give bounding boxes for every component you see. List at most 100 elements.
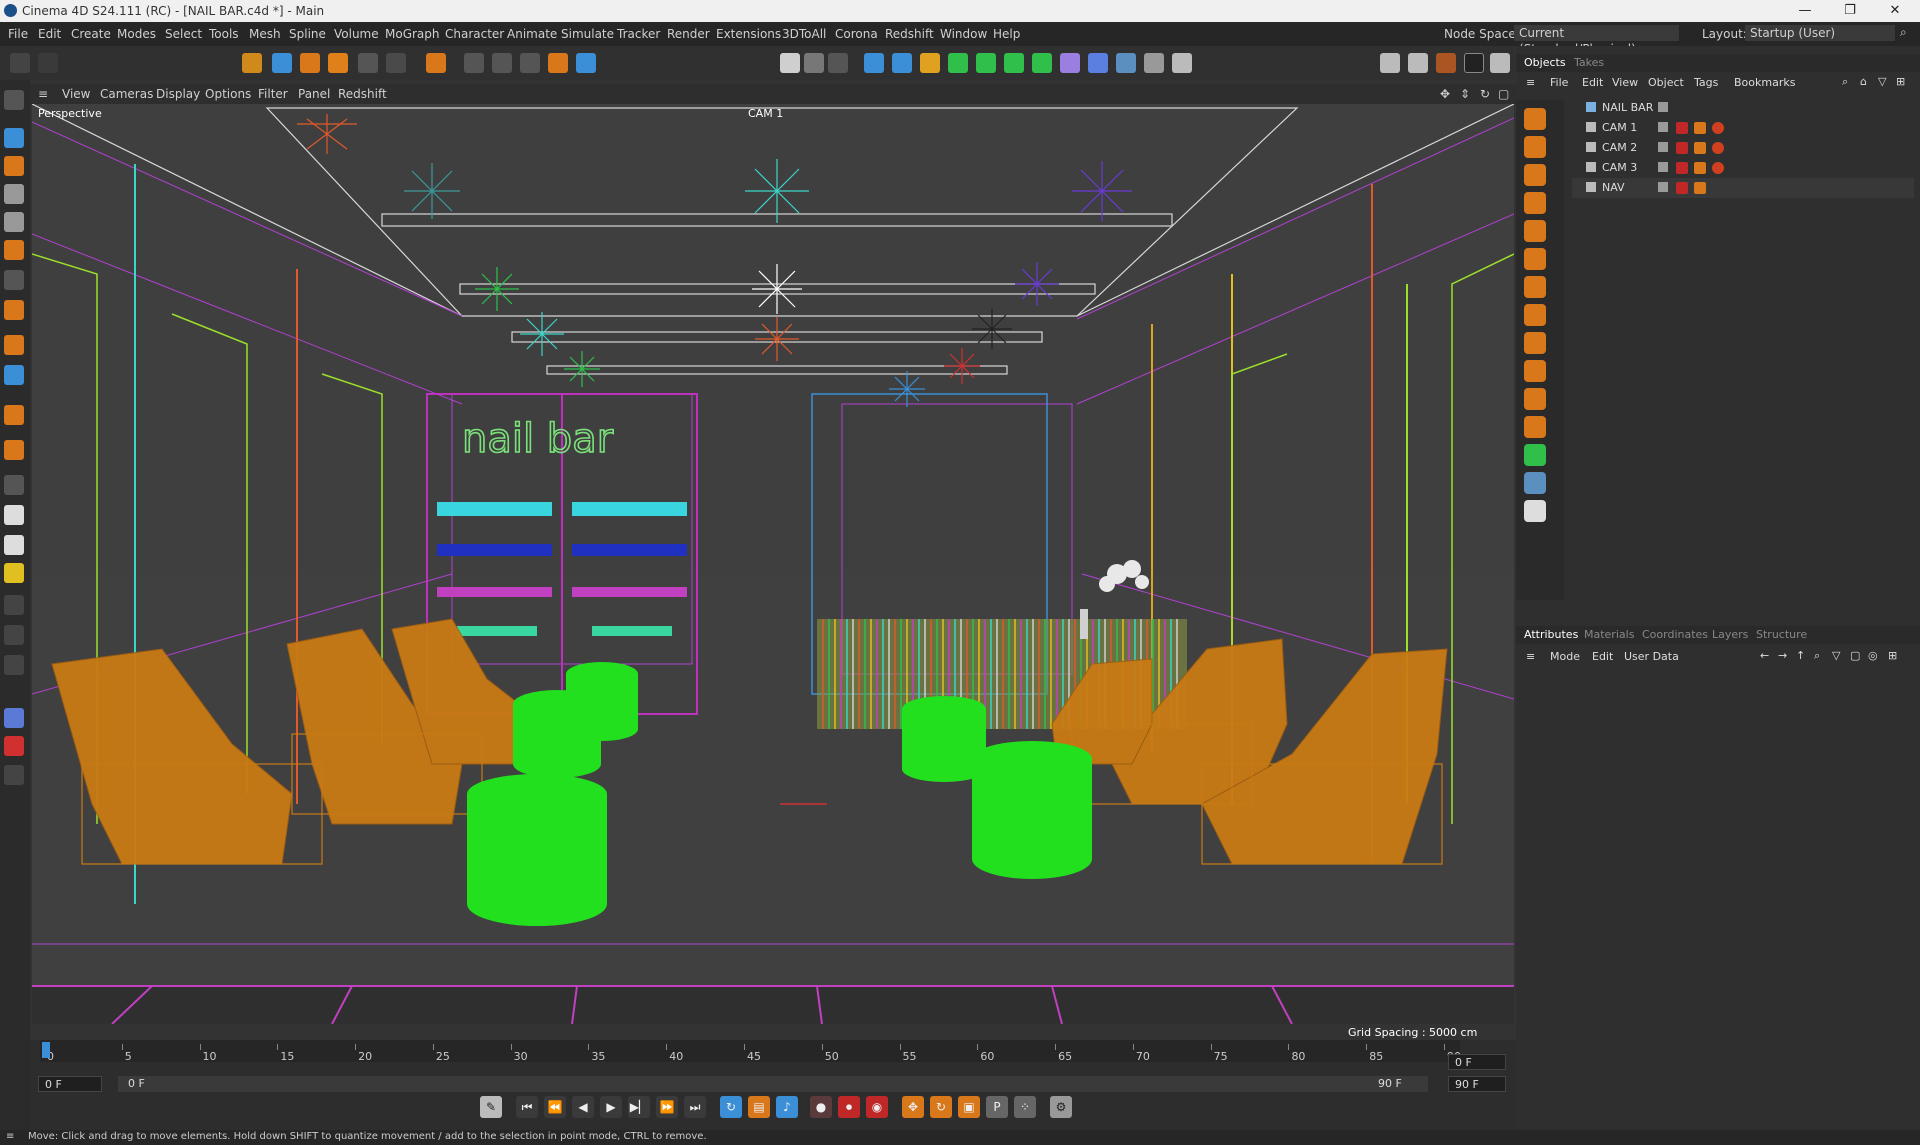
xpresso-shortcut-icon[interactable] bbox=[1524, 472, 1546, 494]
visibility-toggle[interactable] bbox=[1658, 102, 1668, 112]
timeline-ruler[interactable]: 051015202530354045505560657075808590 bbox=[40, 1040, 1461, 1063]
record-icon[interactable] bbox=[4, 736, 24, 756]
recent-tool-icon[interactable] bbox=[386, 53, 406, 73]
up-arrow-icon[interactable]: ↑ bbox=[1796, 649, 1805, 662]
viewport-menu-redshift[interactable]: Redshift bbox=[338, 87, 387, 101]
undo-icon[interactable] bbox=[10, 53, 30, 73]
z-axis-lock-icon[interactable] bbox=[520, 53, 540, 73]
end-frame-field[interactable]: 90 F bbox=[1448, 1076, 1506, 1092]
world-axis-icon[interactable] bbox=[426, 53, 446, 73]
search-icon[interactable]: ⌕ bbox=[1900, 25, 1907, 40]
key-parameter-icon[interactable]: P bbox=[986, 1096, 1008, 1118]
dynamics-icon[interactable] bbox=[4, 765, 24, 785]
environment-shortcut-icon[interactable] bbox=[1524, 360, 1546, 382]
menu-mograph[interactable]: MoGraph bbox=[385, 27, 440, 41]
visibility-toggle[interactable] bbox=[1658, 162, 1668, 172]
viewport-menu-filter[interactable]: Filter bbox=[258, 87, 288, 101]
attributes-menu-user-data[interactable]: User Data bbox=[1624, 650, 1679, 663]
go-to-end-icon[interactable]: ⏭ bbox=[684, 1096, 706, 1118]
viewport-maximize-icon[interactable]: ▢ bbox=[1498, 87, 1509, 101]
tab-materials[interactable]: Materials bbox=[1584, 628, 1634, 641]
move-tool-icon[interactable] bbox=[272, 53, 292, 73]
3d-viewport[interactable]: nail bar Perspective CAM 1 bbox=[32, 104, 1514, 1024]
menu-tracker[interactable]: Tracker bbox=[617, 27, 660, 41]
gear-shortcut-icon[interactable] bbox=[1524, 136, 1546, 158]
objects-search-icon[interactable]: ⌕ bbox=[1842, 75, 1848, 89]
render-active-icon[interactable] bbox=[1464, 53, 1484, 73]
disable-tag-icon[interactable] bbox=[1712, 142, 1724, 154]
object-name[interactable]: NAIL BAR bbox=[1602, 101, 1653, 114]
menu-extensions[interactable]: Extensions bbox=[716, 27, 781, 41]
current-frame-field[interactable]: 0 F bbox=[1448, 1054, 1506, 1070]
picture-viewer-icon[interactable] bbox=[1408, 53, 1428, 73]
pen-spline-icon[interactable] bbox=[920, 53, 940, 73]
points-mode-icon[interactable] bbox=[4, 184, 24, 204]
objects-menu-hamburger-icon[interactable]: ≡ bbox=[1526, 76, 1535, 89]
object-row-nav[interactable]: NAV bbox=[1572, 178, 1914, 198]
close-button[interactable]: ✕ bbox=[1875, 2, 1915, 20]
minimize-button[interactable]: — bbox=[1785, 2, 1825, 20]
tab-attributes[interactable]: Attributes bbox=[1524, 628, 1578, 641]
menu-volume[interactable]: Volume bbox=[334, 27, 379, 41]
uv-mode-icon[interactable] bbox=[4, 270, 24, 290]
timeline-settings-icon[interactable]: ▤ bbox=[748, 1096, 770, 1118]
material-shortcut-icon[interactable] bbox=[1524, 444, 1546, 466]
render-settings-icon[interactable] bbox=[828, 53, 848, 73]
objects-menu-tags[interactable]: Tags bbox=[1694, 76, 1718, 89]
render-region-icon[interactable] bbox=[804, 53, 824, 73]
keyframe-mode-icon[interactable]: ✎ bbox=[480, 1096, 502, 1118]
object-row-cam-1[interactable]: CAM 1 bbox=[1572, 118, 1914, 138]
viewport-menu-hamburger-icon[interactable]: ≡ bbox=[38, 87, 48, 101]
attributes-menu-edit[interactable]: Edit bbox=[1592, 650, 1613, 663]
record-keyframe-icon[interactable]: ⏺ bbox=[838, 1096, 860, 1118]
object-name[interactable]: CAM 2 bbox=[1602, 141, 1637, 154]
scene-icon[interactable] bbox=[1088, 53, 1108, 73]
camera-tag-icon[interactable] bbox=[1694, 182, 1706, 194]
menu-select[interactable]: Select bbox=[165, 27, 202, 41]
disable-tag-icon[interactable] bbox=[1712, 122, 1724, 134]
next-frame-icon[interactable]: ▶▏ bbox=[628, 1096, 650, 1118]
menu-spline[interactable]: Spline bbox=[289, 27, 326, 41]
sky-shortcut-icon[interactable] bbox=[1524, 304, 1546, 326]
sound-icon[interactable]: ♪ bbox=[776, 1096, 798, 1118]
layout-dropdown[interactable]: Startup (User) bbox=[1745, 25, 1895, 41]
scale-tool-icon[interactable] bbox=[328, 53, 348, 73]
protection-tag-icon[interactable] bbox=[1676, 142, 1688, 154]
viewport-menu-display[interactable]: Display bbox=[156, 87, 200, 101]
y-axis-lock-icon[interactable] bbox=[492, 53, 512, 73]
viewport-move-icon[interactable]: ✥ bbox=[1440, 87, 1450, 101]
objects-menu-bookmarks[interactable]: Bookmarks bbox=[1734, 76, 1795, 89]
rotate-tool-icon[interactable] bbox=[300, 53, 320, 73]
menu-modes[interactable]: Modes bbox=[117, 27, 156, 41]
object-row-nail-bar[interactable]: NAIL BAR bbox=[1572, 98, 1914, 118]
render-queue-icon[interactable] bbox=[1436, 53, 1456, 73]
menu-simulate[interactable]: Simulate bbox=[561, 27, 614, 41]
workplane-icon[interactable] bbox=[4, 335, 24, 355]
viewport-rotate-icon[interactable]: ↻ bbox=[1480, 87, 1490, 101]
make-editable-icon[interactable] bbox=[4, 90, 24, 110]
extrude-icon[interactable] bbox=[976, 53, 996, 73]
key-scale-icon[interactable]: ▣ bbox=[958, 1096, 980, 1118]
objects-home-icon[interactable]: ⌂ bbox=[1860, 75, 1867, 88]
viewport-menu-view[interactable]: View bbox=[62, 87, 90, 101]
range-slider[interactable]: 0 F 90 F bbox=[118, 1076, 1428, 1092]
sun-shortcut-icon[interactable] bbox=[1524, 332, 1546, 354]
visibility-toggle[interactable] bbox=[1658, 122, 1668, 132]
redshift-icon[interactable] bbox=[4, 708, 24, 728]
transform-tool-icon[interactable] bbox=[358, 53, 378, 73]
back-arrow-icon[interactable]: ← bbox=[1760, 649, 1769, 662]
object-name[interactable]: NAV bbox=[1602, 181, 1625, 194]
protection-tag-icon[interactable] bbox=[1676, 182, 1688, 194]
attributes-menu-mode[interactable]: Mode bbox=[1550, 650, 1580, 663]
next-key-icon[interactable]: ⏩ bbox=[656, 1096, 678, 1118]
menu-window[interactable]: Window bbox=[940, 27, 987, 41]
go-to-start-icon[interactable]: ⏮ bbox=[516, 1096, 538, 1118]
node-space-dropdown[interactable]: Current (Standard/Physical) bbox=[1514, 25, 1679, 56]
status-menu-icon[interactable]: ≡ bbox=[6, 1131, 14, 1142]
render-download-icon[interactable] bbox=[1380, 53, 1400, 73]
attributes-new-window-icon[interactable]: ⊞ bbox=[1888, 649, 1897, 662]
attributes-lock-icon[interactable]: ▢ bbox=[1850, 649, 1860, 662]
playhead-marker[interactable] bbox=[42, 1042, 50, 1058]
menu-edit[interactable]: Edit bbox=[38, 27, 61, 41]
key-pla-icon[interactable]: ⁘ bbox=[1014, 1096, 1036, 1118]
